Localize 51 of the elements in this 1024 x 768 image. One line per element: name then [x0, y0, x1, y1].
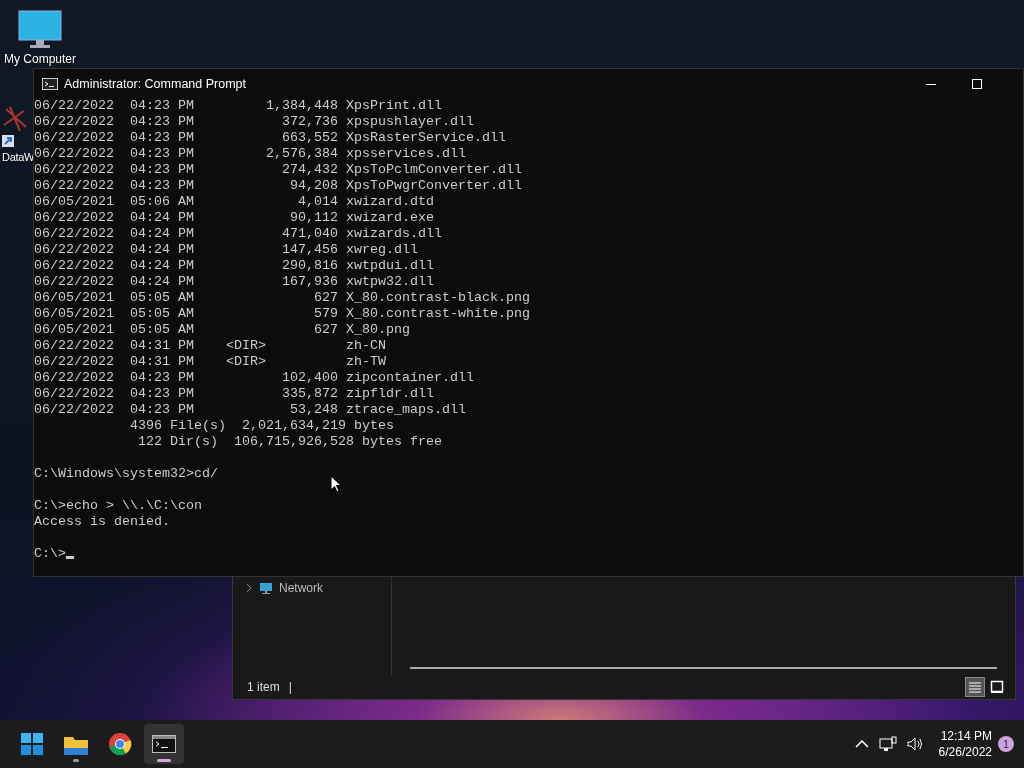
console-line: 06/22/2022 04:24 PM 167,936 xwtpw32.dll: [34, 274, 434, 289]
console-line: Access is denied.: [34, 514, 170, 529]
console-line: 06/22/2022 04:23 PM 274,432 XpsToPclmConverter.dll: [34, 162, 522, 177]
console-line: 06/22/2022 04:23 PM 1,384,448 XpsPrint.dll: [34, 98, 442, 113]
console-line: C:\>echo > \\.\C:\con: [34, 498, 202, 513]
console-line: 06/22/2022 04:24 PM 471,040 xwizards.dll: [34, 226, 442, 241]
console-line: 06/05/2021 05:05 AM 627 X_80.png: [34, 322, 410, 337]
console-line: 06/05/2021 05:05 AM 579 X_80.contrast-white.png: [34, 306, 530, 321]
chevron-right-icon: [245, 583, 253, 593]
browser-icon: [108, 732, 132, 756]
console-line: 06/22/2022 04:31 PM <DIR> zh-CN: [34, 338, 386, 353]
volume-icon: [906, 736, 925, 752]
mouse-pointer-icon: [330, 475, 342, 493]
clock-date[interactable]: 6/26/2022: [938, 744, 992, 760]
console-line: 06/22/2022 04:24 PM 290,816 xwtpdui.dll: [34, 258, 434, 273]
list-icon: [968, 680, 982, 694]
status-text: 1 item: [247, 680, 280, 694]
console-line: 06/22/2022 04:23 PM 663,552 XpsRasterService.dll: [34, 130, 506, 145]
console-line: 06/22/2022 04:31 PM <DIR> zh-TW: [34, 354, 386, 369]
clock-time[interactable]: 12:14 PM: [940, 728, 992, 744]
console-line: 06/22/2022 04:23 PM 53,248 ztrace_maps.dll: [34, 402, 466, 417]
console-line: 06/22/2022 04:23 PM 2,576,384 xpsservices.dll: [34, 146, 466, 161]
scrollbar[interactable]: [410, 667, 997, 669]
console-line: 06/22/2022 04:23 PM 335,872 zipfldr.dll: [34, 386, 434, 401]
window-icon: [990, 680, 1004, 694]
console-line: 06/22/2022 04:23 PM 94,208 XpsToPwgrConverter.dll: [34, 178, 522, 193]
status-separator: |: [288, 680, 292, 694]
window-title: Administrator: Command Prompt: [64, 76, 246, 91]
command-prompt-button[interactable]: [144, 724, 184, 764]
console-line: 06/22/2022 04:24 PM 90,112 xwizard.exe: [34, 210, 434, 225]
chevron-up-icon: [854, 739, 869, 749]
console-line: 122 Dir(s) 106,715,926,528 bytes free: [136, 434, 442, 449]
monitor-icon: [18, 10, 62, 50]
console-line: 06/22/2022 04:24 PM 147,456 xwreg.dll: [34, 242, 418, 257]
console-line: C:\>: [34, 546, 66, 561]
console-line: 06/22/2022 04:23 PM 372,736 xpspushlayer.dll: [34, 114, 474, 129]
terminal-icon: [42, 77, 58, 90]
console-line: 06/05/2021 05:05 AM 627 X_80.contrast-black.png: [34, 290, 530, 305]
windows-logo-icon: [20, 732, 44, 756]
desktop-icon-label[interactable]: DataW: [0, 151, 35, 163]
maximize-icon: [972, 78, 982, 89]
notification-badge[interactable]: 1: [998, 736, 1014, 752]
console-line: C:\Windows\system32>cd/: [34, 466, 218, 481]
console-line: 06/05/2021 05:06 AM 4,014 xwizard.dtd: [34, 194, 434, 209]
network-icon: [878, 736, 897, 752]
terminal-icon: [152, 732, 176, 756]
console-line: 4396 File(s) 2,021,634,219 bytes: [128, 418, 394, 433]
desktop-icon-label[interactable]: My Computer: [4, 52, 76, 66]
nav-item-label[interactable]: Network: [279, 581, 323, 595]
console-line: 06/22/2022 04:23 PM 102,400 zipcontainer.dll: [34, 370, 474, 385]
network-icon: [259, 582, 273, 594]
